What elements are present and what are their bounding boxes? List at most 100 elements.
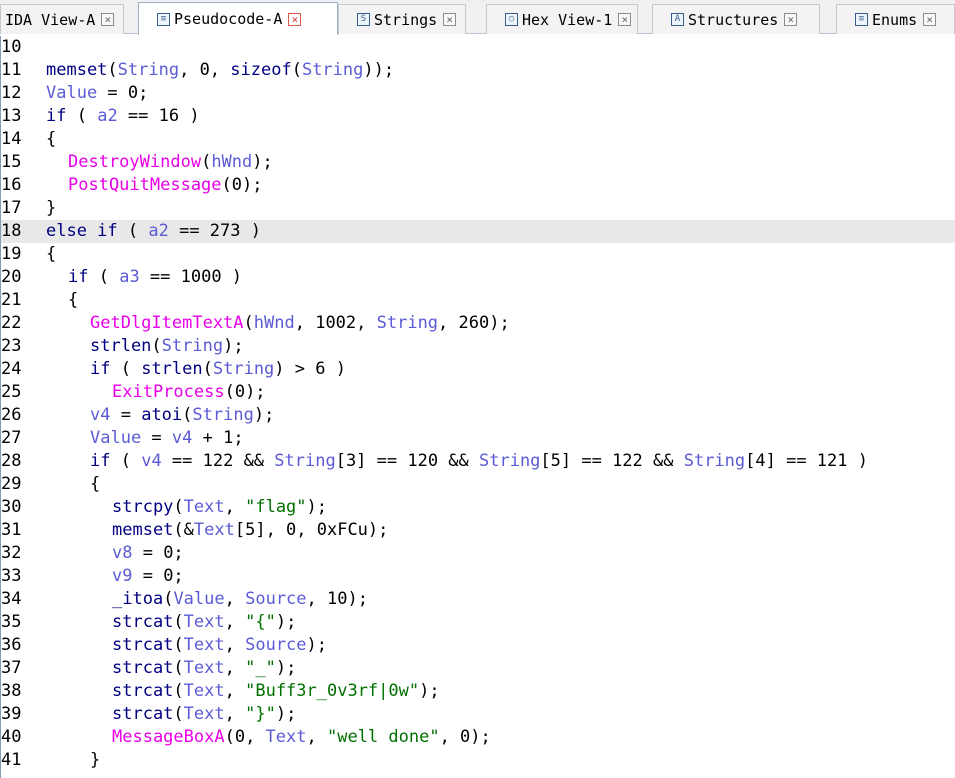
code-token-var[interactable]: String: [302, 60, 363, 80]
code-token-str[interactable]: "}": [245, 704, 276, 724]
tab-enums[interactable]: ≡ Enums ×: [836, 4, 955, 34]
close-icon[interactable]: ×: [923, 13, 937, 26]
code-token-imp[interactable]: ExitProcess: [112, 382, 225, 402]
code-line[interactable]: 13 if ( a2 == 16 ): [1, 105, 955, 128]
code-token-var[interactable]: String: [118, 60, 179, 80]
code-line[interactable]: 19 {: [1, 243, 955, 266]
code-token-var[interactable]: a2: [148, 221, 168, 241]
code-token-var[interactable]: String: [192, 405, 253, 425]
code-token-var[interactable]: String: [377, 313, 438, 333]
code-token-imp[interactable]: DestroyWindow: [68, 152, 201, 172]
code-token-var[interactable]: String: [684, 451, 745, 471]
code-token-var[interactable]: String: [274, 451, 335, 471]
close-icon[interactable]: ×: [618, 13, 632, 26]
code-token-var[interactable]: hWnd: [254, 313, 295, 333]
code-token-var[interactable]: v4: [172, 428, 192, 448]
close-icon[interactable]: ×: [288, 12, 302, 26]
code-line[interactable]: 23 strlen(String);: [1, 335, 955, 358]
code-token-var[interactable]: Text: [194, 520, 235, 540]
code-token-var[interactable]: String: [479, 451, 540, 471]
code-line[interactable]: 41}: [1, 749, 955, 772]
code-token-var[interactable]: v9: [112, 566, 132, 586]
code-token-imp[interactable]: PostQuitMessage: [68, 175, 222, 195]
code-token-var[interactable]: Source: [245, 589, 306, 609]
code-token-kw[interactable]: if: [90, 451, 110, 471]
code-token-fn[interactable]: strcat: [112, 635, 173, 655]
code-line[interactable]: 35 strcat(Text, "{");: [1, 611, 955, 634]
code-line[interactable]: 40 MessageBoxA(0, Text, "well done", 0);: [1, 726, 955, 749]
code-line[interactable]: 27 Value = v4 + 1;: [1, 427, 955, 450]
code-token-str[interactable]: "_": [245, 658, 276, 678]
code-token-fn[interactable]: strlen: [141, 359, 202, 379]
code-line[interactable]: 15 DestroyWindow(hWnd);: [1, 151, 955, 174]
code-token-str[interactable]: "{": [245, 612, 276, 632]
code-line[interactable]: 28 if ( v4 == 122 && String[3] == 120 && …: [1, 450, 955, 473]
code-line[interactable]: 14 {: [1, 128, 955, 151]
code-line[interactable]: 22 GetDlgItemTextA(hWnd, 1002, String, 26…: [1, 312, 955, 335]
code-token-imp[interactable]: GetDlgItemTextA: [90, 313, 244, 333]
code-token-var[interactable]: v4: [141, 451, 161, 471]
code-token-fn[interactable]: strcat: [112, 704, 173, 724]
code-token-fn[interactable]: strlen: [90, 336, 151, 356]
code-line[interactable]: 36 strcat(Text, Source);: [1, 634, 955, 657]
code-token-var[interactable]: hWnd: [211, 152, 252, 172]
code-line[interactable]: 34 _itoa(Value, Source, 10);: [1, 588, 955, 611]
code-token-var[interactable]: v4: [90, 405, 110, 425]
code-line[interactable]: 31 memset(&Text[5], 0, 0xFCu);: [1, 519, 955, 542]
code-token-kw[interactable]: if: [46, 106, 66, 126]
code-token-var[interactable]: String: [213, 359, 274, 379]
code-token-kw[interactable]: if: [90, 359, 110, 379]
tab-ida-view-a[interactable]: IDA View-A ×: [0, 4, 124, 34]
code-token-str[interactable]: "well done": [327, 727, 440, 747]
tab-pseudocode-a[interactable]: ≡ Pseudocode-A ×: [138, 2, 338, 35]
close-icon[interactable]: ×: [784, 13, 798, 26]
code-token-var[interactable]: Text: [184, 612, 225, 632]
code-line[interactable]: 33 v9 = 0;: [1, 565, 955, 588]
code-token-var[interactable]: Text: [184, 704, 225, 724]
code-token-str[interactable]: "Buff3r_0v3rf|0w": [245, 681, 419, 701]
code-token-fn[interactable]: strcpy: [112, 497, 173, 517]
code-line[interactable]: 39 strcat(Text, "}");: [1, 703, 955, 726]
code-token-imp[interactable]: MessageBoxA: [112, 727, 225, 747]
code-token-kw[interactable]: if: [68, 267, 88, 287]
code-line[interactable]: 18 else if ( a2 == 273 ): [1, 220, 955, 243]
code-token-var[interactable]: a2: [97, 106, 117, 126]
code-token-fn[interactable]: strcat: [112, 658, 173, 678]
code-line[interactable]: 30 strcpy(Text, "flag");: [1, 496, 955, 519]
code-line[interactable]: 12 Value = 0;: [1, 82, 955, 105]
code-token-fn[interactable]: strcat: [112, 681, 173, 701]
code-token-var[interactable]: v8: [112, 543, 132, 563]
code-token-var[interactable]: Text: [184, 635, 225, 655]
code-line[interactable]: 24 if ( strlen(String) > 6 ): [1, 358, 955, 381]
code-token-var[interactable]: Text: [266, 727, 307, 747]
code-token-fn[interactable]: sizeof: [230, 60, 291, 80]
code-line[interactable]: 26 v4 = atoi(String);: [1, 404, 955, 427]
code-token-var[interactable]: Text: [184, 658, 225, 678]
code-line[interactable]: 11 memset(String, 0, sizeof(String));: [1, 59, 955, 82]
tab-hex-view-1[interactable]: ○ Hex View-1 ×: [486, 4, 638, 34]
code-line[interactable]: 10: [1, 36, 955, 59]
code-token-str[interactable]: "flag": [245, 497, 306, 517]
code-token-fn[interactable]: _itoa: [112, 589, 163, 609]
code-line[interactable]: 37 strcat(Text, "_");: [1, 657, 955, 680]
code-token-var[interactable]: Source: [245, 635, 306, 655]
code-token-var[interactable]: Text: [184, 497, 225, 517]
code-line[interactable]: 20 if ( a3 == 1000 ): [1, 266, 955, 289]
code-token-fn[interactable]: memset: [46, 60, 107, 80]
code-token-fn[interactable]: memset: [112, 520, 173, 540]
code-line[interactable]: 25 ExitProcess(0);: [1, 381, 955, 404]
tab-strings[interactable]: S Strings ×: [338, 4, 466, 34]
code-token-fn[interactable]: atoi: [141, 405, 182, 425]
code-token-var[interactable]: Value: [173, 589, 224, 609]
close-icon[interactable]: ×: [443, 13, 457, 26]
code-token-kw[interactable]: else if: [46, 221, 118, 241]
close-icon[interactable]: ×: [101, 13, 115, 26]
code-line[interactable]: 32 v8 = 0;: [1, 542, 955, 565]
tab-structures[interactable]: A Structures ×: [652, 4, 820, 34]
code-line[interactable]: 29 {: [1, 473, 955, 496]
code-token-var[interactable]: String: [162, 336, 223, 356]
code-line[interactable]: 17}: [1, 197, 955, 220]
pseudocode-view[interactable]: 10 11 memset(String, 0, sizeof(String)); 12…: [0, 36, 955, 778]
code-token-var[interactable]: Text: [184, 681, 225, 701]
code-token-var[interactable]: Value: [46, 83, 97, 103]
